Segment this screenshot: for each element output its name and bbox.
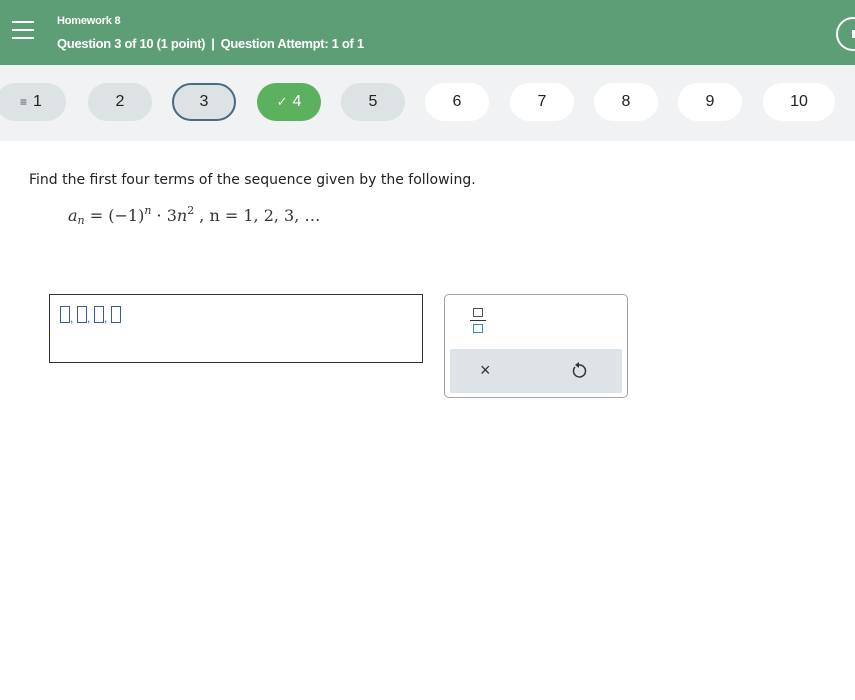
question-label: Question 3 of 10 (1 point) [57, 36, 206, 51]
answer-slot-2[interactable] [77, 306, 87, 323]
separator: | [211, 36, 215, 51]
list-icon: ≡ [20, 95, 28, 109]
question-nav-4[interactable]: ✓ 4 [257, 83, 321, 121]
top-header: Homework 8 Question 3 of 10 (1 point) | Qu… [0, 0, 855, 65]
math-toolbox: × [444, 294, 628, 398]
check-icon: ✓ [276, 94, 288, 109]
clear-button[interactable]: × [480, 359, 491, 381]
fraction-icon[interactable] [469, 307, 487, 335]
question-prompt: Find the first four terms of the sequenc… [29, 172, 476, 188]
sequence-formula: an = (−1)n · 3n2 , n = 1, 2, 3, … [68, 204, 321, 227]
assignment-title: Homework 8 [57, 15, 121, 27]
question-nav-2[interactable]: 2 [88, 83, 152, 121]
question-nav-6[interactable]: 6 [425, 83, 489, 121]
answer-slot-1[interactable] [60, 306, 70, 323]
menu-icon[interactable] [12, 21, 34, 41]
question-nav-8[interactable]: 8 [594, 83, 658, 121]
attempt-label: Question Attempt: 1 of 1 [220, 36, 365, 51]
question-nav-3[interactable]: 3 [172, 83, 236, 121]
question-nav-5[interactable]: 5 [341, 83, 405, 121]
question-navigator: ≡ 1 2 3 ✓ 4 5 6 7 8 9 10 [0, 65, 855, 141]
header-action-button[interactable] [836, 17, 855, 51]
answer-slot-4[interactable] [111, 306, 121, 323]
question-nav-9[interactable]: 9 [678, 83, 742, 121]
question-info: Question 3 of 10 (1 point) | Question Atte… [57, 36, 364, 51]
question-nav-10[interactable]: 10 [763, 83, 835, 121]
question-nav-1[interactable]: ≡ 1 [0, 83, 66, 121]
undo-icon[interactable] [570, 360, 588, 380]
answer-input[interactable]: , , , [49, 294, 423, 363]
toolbox-actions: × [450, 349, 622, 393]
answer-slot-3[interactable] [94, 306, 104, 323]
answer-slots: , , , [60, 306, 121, 324]
question-nav-7[interactable]: 7 [510, 83, 574, 121]
